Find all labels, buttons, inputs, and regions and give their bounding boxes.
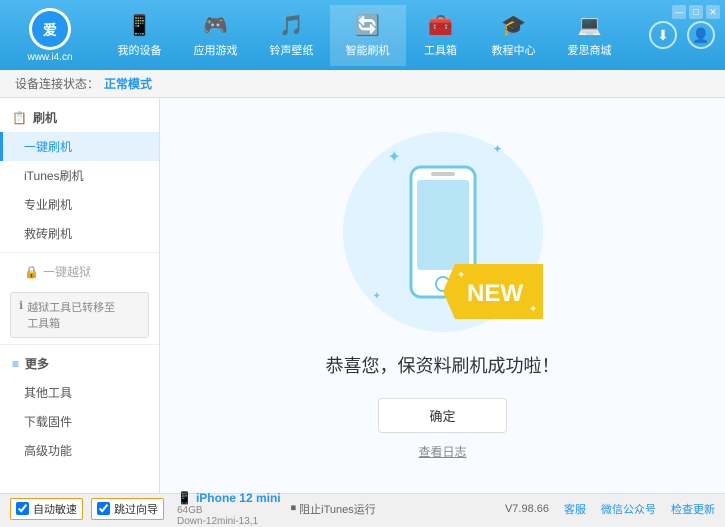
store-icon: 💻 <box>577 13 602 38</box>
bottom-left: 自动敏速 跳过向导 📱 iPhone 12 mini 64GB Down-12m… <box>10 491 281 527</box>
header-right: ⬇ 👤 <box>649 21 715 49</box>
sidebar-divider-1 <box>0 252 159 253</box>
toolbox-label: 工具箱 <box>424 42 457 58</box>
user-button[interactable]: 👤 <box>687 21 715 49</box>
device-storage: 64GB <box>177 505 281 516</box>
sparkle-1: ✦ <box>388 147 401 167</box>
version-text: V7.98.66 <box>505 503 549 515</box>
log-link[interactable]: 查看日志 <box>418 443 466 460</box>
skip-wizard-checkbox-label[interactable]: 跳过向导 <box>91 498 164 520</box>
nav-my-device[interactable]: 📱 我的设备 <box>102 5 178 66</box>
illustration: ✦ ✦ ✦ NEW ✦ ✦ <box>333 132 553 332</box>
more-section-icon: ≡ <box>12 357 19 371</box>
update-link[interactable]: 检查更新 <box>671 501 715 517</box>
close-button[interactable]: ✕ <box>706 5 720 19</box>
content-area: ✦ ✦ ✦ NEW ✦ ✦ <box>160 98 725 493</box>
nav-ringtones[interactable]: 🎵 铃声壁纸 <box>254 5 330 66</box>
sidebar-item-itunes-flash[interactable]: iTunes刷机 <box>0 161 159 190</box>
flash-section-label: 刷机 <box>33 109 57 126</box>
ringtones-icon: 🎵 <box>279 13 304 38</box>
success-message: 恭喜您，保资料刷机成功啦！ <box>326 352 560 378</box>
skip-wizard-label: 跳过向导 <box>114 501 158 517</box>
tutorial-icon: 🎓 <box>501 13 526 38</box>
wechat-link[interactable]: 微信公众号 <box>601 501 656 517</box>
sidebar-item-dfu-flash[interactable]: 救砖刷机 <box>0 219 159 248</box>
header: — □ ✕ 爱 www.i4.cn 📱 我的设备 🎮 应用游戏 🎵 铃声壁纸 🔄… <box>0 0 725 70</box>
svg-text:✦: ✦ <box>529 304 537 315</box>
auto-flash-label: 自动敏速 <box>33 501 77 517</box>
status-bar: 设备连接状态： 正常模式 <box>0 70 725 98</box>
main-layout: 📋 刷机 一键刷机 iTunes刷机 专业刷机 救砖刷机 🔒 一键越狱 ℹ 越狱… <box>0 98 725 493</box>
bottom-bar: 自动敏速 跳过向导 📱 iPhone 12 mini 64GB Down-12m… <box>0 493 725 523</box>
toolbox-icon: 🧰 <box>428 13 453 38</box>
new-badge: NEW ✦ ✦ <box>443 264 543 322</box>
nav-tutorial[interactable]: 🎓 教程中心 <box>476 5 552 66</box>
smart-flash-icon: 🔄 <box>355 13 380 38</box>
apps-icon: 🎮 <box>203 13 228 38</box>
sidebar-item-other-tools[interactable]: 其他工具 <box>0 378 159 407</box>
apps-label: 应用游戏 <box>194 42 238 58</box>
device-name-row: 📱 iPhone 12 mini <box>177 491 281 505</box>
sidebar-item-download-firmware[interactable]: 下载固件 <box>0 407 159 436</box>
svg-text:✦: ✦ <box>457 270 465 281</box>
bottom-right: V7.98.66 客服 微信公众号 检查更新 <box>505 501 715 517</box>
smart-flash-label: 智能刷机 <box>346 42 390 58</box>
device-model: Down-12mini-13,1 <box>177 516 281 527</box>
device-name: iPhone 12 mini <box>196 491 281 505</box>
nav-apps[interactable]: 🎮 应用游戏 <box>178 5 254 66</box>
sidebar-notice: ℹ 越狱工具已转移至工具箱 <box>10 292 149 338</box>
sidebar-divider-2 <box>0 344 159 345</box>
logo-icon: 爱 <box>29 8 71 50</box>
service-link[interactable]: 客服 <box>564 501 586 517</box>
notice-icon: ℹ <box>19 299 23 312</box>
status-value: 正常模式 <box>104 75 152 92</box>
device-info: 📱 iPhone 12 mini 64GB Down-12mini-13,1 <box>177 491 281 527</box>
sidebar: 📋 刷机 一键刷机 iTunes刷机 专业刷机 救砖刷机 🔒 一键越狱 ℹ 越狱… <box>0 98 160 493</box>
lock-icon: 🔒 <box>24 265 39 279</box>
my-device-icon: 📱 <box>127 13 152 38</box>
minimize-button[interactable]: — <box>672 5 686 19</box>
stop-icon: ⏹ <box>291 502 297 515</box>
window-controls: — □ ✕ <box>672 5 720 19</box>
store-label: 爱思商城 <box>568 42 612 58</box>
nav-toolbox[interactable]: 🧰 工具箱 <box>406 5 476 66</box>
nav-smart-flash[interactable]: 🔄 智能刷机 <box>330 5 406 66</box>
stop-itunes[interactable]: ⏹ 阻止iTunes运行 <box>291 501 376 517</box>
skip-wizard-checkbox[interactable] <box>97 502 110 515</box>
sidebar-section-flash: 📋 刷机 <box>0 103 159 132</box>
nav-store[interactable]: 💻 爱思商城 <box>552 5 628 66</box>
status-label: 设备连接状态： <box>15 75 99 92</box>
ringtones-label: 铃声壁纸 <box>270 42 314 58</box>
more-section-label: 更多 <box>25 355 49 372</box>
logo: 爱 www.i4.cn <box>10 8 90 63</box>
my-device-label: 我的设备 <box>118 42 162 58</box>
download-button[interactable]: ⬇ <box>649 21 677 49</box>
sidebar-item-one-click-flash[interactable]: 一键刷机 <box>0 132 159 161</box>
auto-flash-checkbox-label[interactable]: 自动敏速 <box>10 498 83 520</box>
sparkle-2: ✦ <box>492 142 502 156</box>
logo-text: www.i4.cn <box>27 52 72 63</box>
svg-text:NEW: NEW <box>467 280 523 307</box>
sidebar-section-more: ≡ 更多 <box>0 349 159 378</box>
nav-bar: 📱 我的设备 🎮 应用游戏 🎵 铃声壁纸 🔄 智能刷机 🧰 工具箱 🎓 教程中心… <box>90 5 639 66</box>
sidebar-item-jailbreak-disabled: 🔒 一键越狱 <box>0 257 159 286</box>
sidebar-item-pro-flash[interactable]: 专业刷机 <box>0 190 159 219</box>
maximize-button[interactable]: □ <box>689 5 703 19</box>
svg-text:爱: 爱 <box>43 22 57 38</box>
tutorial-label: 教程中心 <box>492 42 536 58</box>
confirm-button[interactable]: 确定 <box>378 398 506 433</box>
auto-flash-checkbox[interactable] <box>16 502 29 515</box>
device-phone-icon: 📱 <box>177 491 192 505</box>
sparkle-3: ✦ <box>373 291 381 302</box>
flash-section-icon: 📋 <box>12 111 27 125</box>
sidebar-item-advanced[interactable]: 高级功能 <box>0 436 159 465</box>
